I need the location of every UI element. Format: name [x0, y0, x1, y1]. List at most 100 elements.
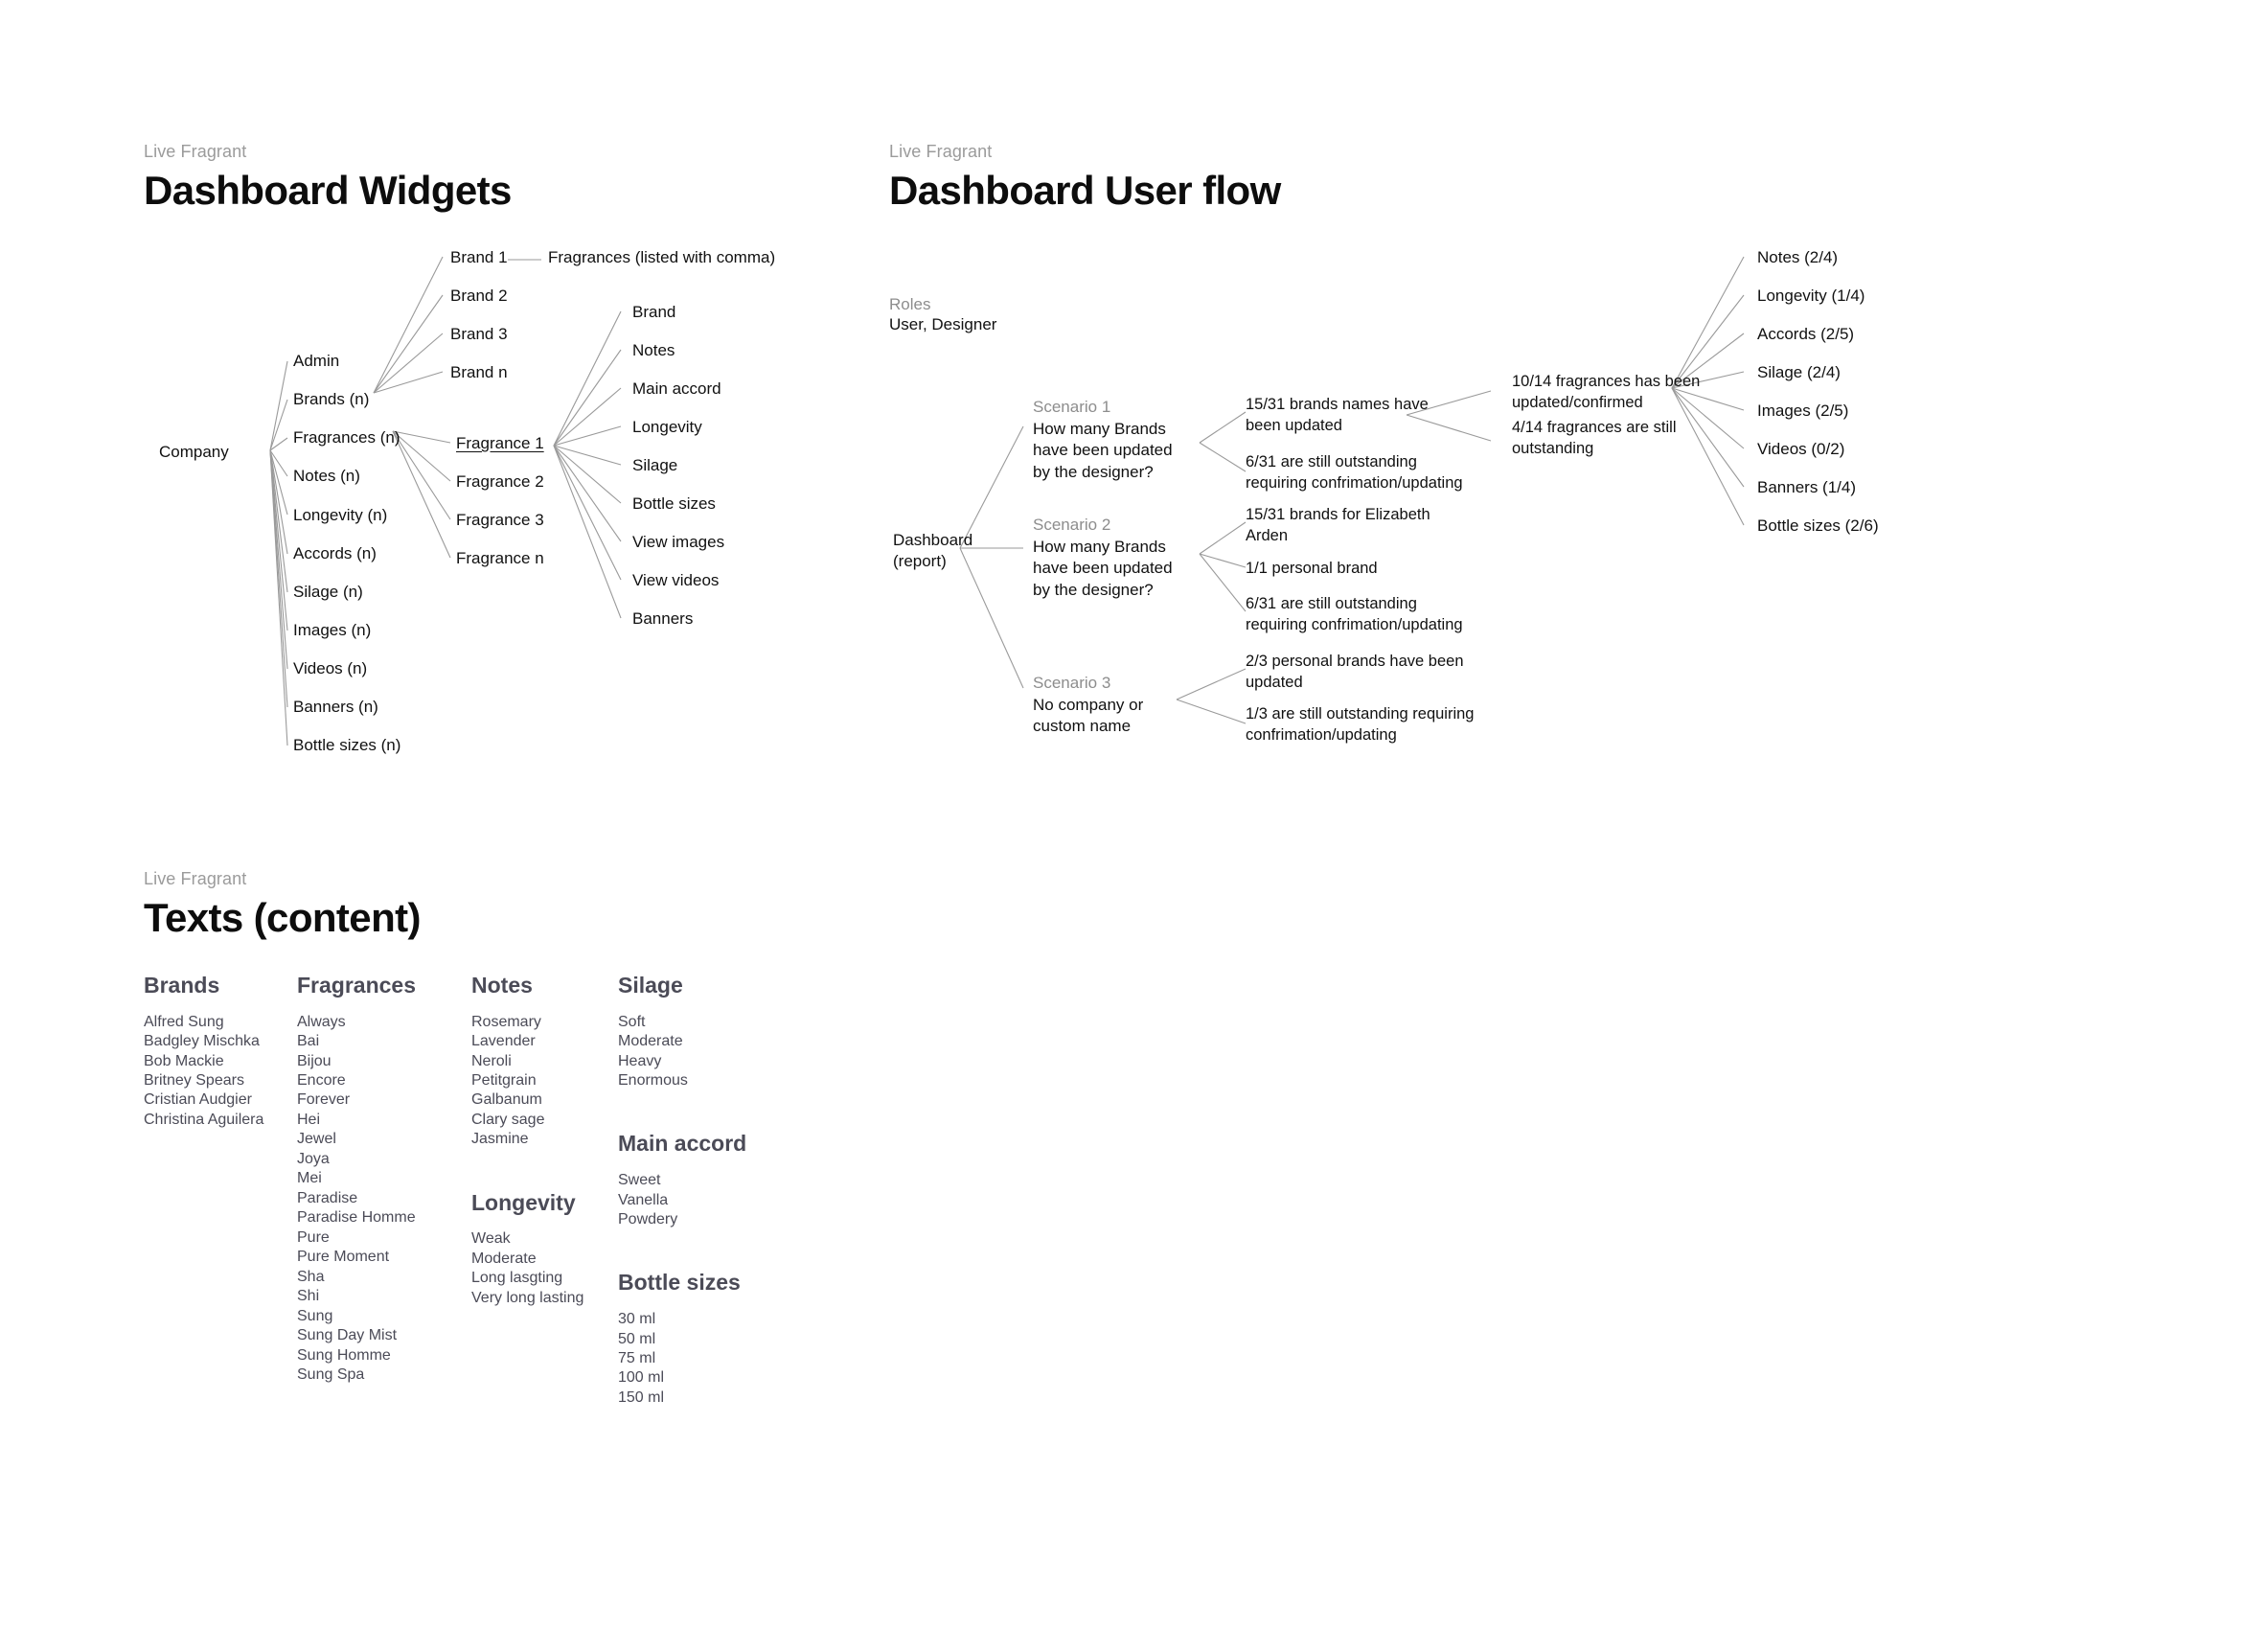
node-fragrance-attr-banners[interactable]: Banners [632, 608, 693, 630]
node-company-child-longevity[interactable]: Longevity (n) [293, 505, 387, 526]
node-fragrance-3[interactable]: Fragrance 3 [456, 510, 544, 531]
texts-column-silage-accord-sizes: Silage Soft Moderate Heavy Enormous Main… [618, 973, 746, 1448]
text-block-heading: Fragrances [297, 973, 417, 998]
node-fragrance-attr-silage[interactable]: Silage [632, 455, 677, 476]
attribute-count-notes: Notes (2/4) [1757, 248, 1839, 266]
list-item: Sweet [618, 1172, 661, 1189]
node-company-child-admin[interactable]: Admin [293, 351, 339, 372]
list-item: Neroli [471, 1052, 512, 1069]
list-item: Bob Mackie [144, 1052, 224, 1069]
board-eyebrow: Live Fragrant [889, 142, 993, 161]
node-company-child-silage[interactable]: Silage (n) [293, 582, 363, 603]
node-fragrance-attr-brand[interactable]: Brand [632, 302, 675, 323]
text-block-main-accord: Main accord Sweet Vanella Powdery [618, 1131, 746, 1229]
node-fragrance-attr-view-videos[interactable]: View videos [632, 570, 719, 591]
scenario-2-label: Scenario 2 [1033, 516, 1111, 534]
list-item: Galbanum [471, 1091, 542, 1109]
node-company-child-bottle-sizes[interactable]: Bottle sizes (n) [293, 735, 400, 756]
list-item: Sha [297, 1268, 325, 1285]
text-block-longevity: Longevity Weak Moderate Long lasgting Ve… [471, 1190, 583, 1308]
scenario-2-outcome-3: 6/31 are still outstanding requiring con… [1246, 595, 1463, 633]
list-item: Pure [297, 1228, 330, 1246]
text-block-fragrances: Fragrances Always Bai Bijou Encore Forev… [297, 973, 416, 1386]
list-item: Alfred Sung [144, 1013, 224, 1030]
list-item: Christina Aguilera [144, 1111, 264, 1128]
scenario-2-outcome-1: 15/31 brands for Elizabeth Arden [1246, 506, 1430, 544]
text-block-heading: Main accord [618, 1131, 747, 1157]
list-item: Paradise [297, 1189, 358, 1206]
fragrance-status-outstanding: 4/14 fragrances are still outstanding [1512, 419, 1677, 457]
node-brand-1-fragrances-detail: Fragrances (listed with comma) [548, 248, 776, 266]
node-fragrance-attr-main-accord[interactable]: Main accord [632, 379, 721, 400]
list-item: Sung Spa [297, 1366, 365, 1384]
list-item: Moderate [471, 1250, 537, 1267]
node-dashboard-report-line1: Dashboard [893, 531, 973, 549]
list-item: Heavy [618, 1052, 662, 1069]
list-item: Moderate [618, 1033, 683, 1050]
texts-column-fragrances: Fragrances Always Bai Bijou Encore Forev… [297, 973, 416, 1426]
text-block-heading: Silage [618, 973, 683, 998]
list-item: Always [297, 1013, 346, 1030]
list-item: 100 ml [618, 1369, 665, 1387]
list-item: 150 ml [618, 1388, 665, 1406]
text-block-silage: Silage Soft Moderate Heavy Enormous [618, 973, 746, 1090]
scenario-3-question[interactable]: No company or custom name [1033, 695, 1186, 738]
node-brand-2[interactable]: Brand 2 [450, 286, 508, 307]
scenario-2-question[interactable]: How many Brands have been updated by the… [1033, 537, 1186, 601]
board-dashboard-widgets: Live Fragrant Dashboard Widgets [144, 142, 512, 214]
list-item: Sung [297, 1307, 333, 1324]
list-item: Petitgrain [471, 1072, 537, 1089]
list-item: Clary sage [471, 1111, 545, 1128]
attribute-count-bottle-sizes: Bottle sizes (2/6) [1757, 516, 1879, 535]
page-title-dashboard-widgets: Dashboard Widgets [144, 167, 512, 213]
page-title-dashboard-user-flow: Dashboard User flow [889, 167, 1281, 213]
node-company-child-accords[interactable]: Accords (n) [293, 543, 377, 564]
node-dashboard-report-line2: (report) [893, 552, 947, 571]
attribute-count-images: Images (2/5) [1757, 402, 1849, 420]
node-company-child-videos[interactable]: Videos (n) [293, 658, 367, 679]
node-company-child-notes[interactable]: Notes (n) [293, 466, 360, 487]
node-fragrance-1[interactable]: Fragrance 1 [456, 433, 544, 454]
node-company-child-brands[interactable]: Brands (n) [293, 389, 369, 410]
node-brand-1[interactable]: Brand 1 [450, 247, 508, 268]
text-block-items: 30 ml 50 ml 75 ml 100 ml 150 ml [618, 1310, 746, 1408]
node-company[interactable]: Company [159, 442, 229, 463]
node-company-child-images[interactable]: Images (n) [293, 620, 371, 641]
list-item: Soft [618, 1013, 646, 1030]
attribute-count-banners: Banners (1/4) [1757, 478, 1856, 496]
text-block-items: Soft Moderate Heavy Enormous [618, 1013, 746, 1091]
scenario-1-question[interactable]: How many Brands have been updated by the… [1033, 419, 1186, 483]
text-block-items: Sweet Vanella Powdery [618, 1171, 746, 1229]
node-brand-3[interactable]: Brand 3 [450, 324, 508, 345]
text-block-heading: Brands [144, 973, 220, 998]
roles-label: Roles [889, 295, 931, 313]
scenario-1-outcome-2: 6/31 are still outstanding requiring con… [1246, 453, 1463, 492]
text-block-items: Rosemary Lavender Neroli Petitgrain Galb… [471, 1013, 583, 1150]
node-company-child-fragrances[interactable]: Fragrances (n) [293, 427, 400, 448]
list-item: Shi [297, 1288, 320, 1305]
texts-column-brands: Brands Alfred Sung Badgley Mischka Bob M… [144, 973, 263, 1170]
node-fragrance-n[interactable]: Fragrance n [456, 548, 544, 569]
text-block-heading: Notes [471, 973, 533, 998]
node-fragrance-attr-view-images[interactable]: View images [632, 532, 724, 553]
node-brand-n[interactable]: Brand n [450, 362, 508, 383]
list-item: Cristian Audgier [144, 1091, 252, 1109]
node-fragrance-2[interactable]: Fragrance 2 [456, 471, 544, 493]
node-fragrance-attr-longevity[interactable]: Longevity [632, 417, 702, 438]
list-item: Enormous [618, 1072, 688, 1089]
node-fragrance-attr-notes[interactable]: Notes [632, 340, 675, 361]
roles-value: User, Designer [889, 315, 997, 333]
list-item: Paradise Homme [297, 1209, 416, 1227]
attribute-count-longevity: Longevity (1/4) [1757, 287, 1865, 305]
node-company-child-banners[interactable]: Banners (n) [293, 697, 378, 718]
node-dashboard-report[interactable]: Dashboard (report) [893, 530, 998, 573]
text-block-notes: Notes Rosemary Lavender Neroli Petitgrai… [471, 973, 583, 1150]
attribute-count-accords: Accords (2/5) [1757, 325, 1855, 343]
texts-column-notes-longevity: Notes Rosemary Lavender Neroli Petitgrai… [471, 973, 583, 1348]
text-block-brands: Brands Alfred Sung Badgley Mischka Bob M… [144, 973, 263, 1130]
list-item: Very long lasting [471, 1289, 584, 1306]
node-fragrance-attr-bottle-sizes[interactable]: Bottle sizes [632, 493, 716, 515]
scenario-2-outcome-2: 1/1 personal brand [1246, 560, 1378, 577]
list-item: Rosemary [471, 1013, 541, 1030]
list-item: Jasmine [471, 1131, 529, 1148]
